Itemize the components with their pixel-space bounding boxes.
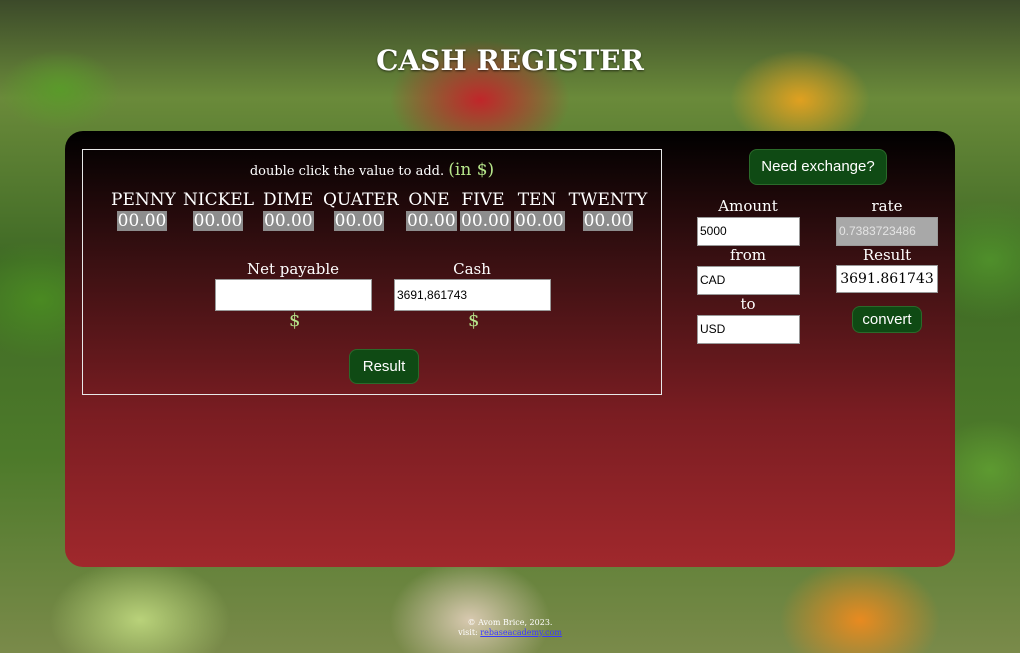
denomination-quater: QUATER 00.00 bbox=[323, 190, 399, 231]
convert-button[interactable]: convert bbox=[852, 306, 922, 333]
result-label: Result bbox=[862, 246, 912, 264]
denomination-value-ten[interactable]: 00.00 bbox=[514, 211, 565, 231]
cash-register-box: double click the value to add. (in $) PE… bbox=[82, 149, 662, 395]
denomination-value-one[interactable]: 00.00 bbox=[406, 211, 457, 231]
copyright-text: © Avom Brice, 2023. bbox=[467, 618, 553, 627]
cash-currency: $ bbox=[468, 310, 480, 331]
from-label: from bbox=[730, 246, 766, 264]
denomination-one: ONE 00.00 bbox=[406, 190, 457, 231]
page-title: CASH REGISTER bbox=[376, 44, 644, 77]
denomination-value-penny[interactable]: 00.00 bbox=[116, 211, 168, 231]
from-currency-input[interactable]: CAD bbox=[697, 266, 800, 295]
denomination-value-dime[interactable]: 00.00 bbox=[263, 211, 314, 231]
amount-input[interactable]: 5000 bbox=[697, 217, 800, 246]
instructions: double click the value to add. (in $) bbox=[83, 160, 661, 180]
footer: © Avom Brice, 2023. visit: rebaseacademy… bbox=[0, 618, 1020, 638]
denomination-label: TWENTY bbox=[568, 190, 648, 210]
denomination-twenty: TWENTY 00.00 bbox=[568, 190, 648, 231]
denomination-five: FIVE 00.00 bbox=[460, 190, 511, 231]
exchange-result-output: 3691.861743 bbox=[836, 265, 938, 293]
main-panel: double click the value to add. (in $) PE… bbox=[65, 131, 955, 567]
denomination-label: QUATER bbox=[323, 190, 399, 210]
unit-label: (in $) bbox=[448, 160, 495, 180]
need-exchange-button[interactable]: Need exchange? bbox=[749, 149, 887, 185]
denomination-dime: DIME 00.00 bbox=[263, 190, 314, 231]
cash-label: Cash bbox=[453, 260, 491, 278]
cash-input[interactable]: 3691,861743 bbox=[394, 279, 551, 311]
denomination-value-quater[interactable]: 00.00 bbox=[333, 211, 385, 231]
net-payable-label: Net payable bbox=[246, 260, 340, 278]
hint-text: double click the value to add. bbox=[249, 164, 445, 179]
denomination-value-twenty[interactable]: 00.00 bbox=[582, 211, 634, 231]
to-label: to bbox=[740, 295, 756, 313]
denomination-label: PENNY bbox=[111, 190, 176, 210]
amount-label: Amount bbox=[718, 197, 778, 215]
visit-line: visit: rebaseacademy.com bbox=[0, 628, 1020, 638]
denomination-label: DIME bbox=[263, 190, 314, 210]
rate-input: 0.7383723486 bbox=[836, 217, 938, 246]
denomination-value-nickel[interactable]: 00.00 bbox=[192, 211, 244, 231]
denomination-label: NICKEL bbox=[183, 190, 254, 210]
denomination-ten: TEN 00.00 bbox=[514, 190, 565, 231]
denomination-label: ONE bbox=[408, 190, 450, 210]
rate-label: rate bbox=[871, 197, 903, 215]
net-payable-input[interactable] bbox=[215, 279, 372, 311]
to-currency-input[interactable]: USD bbox=[697, 315, 800, 344]
denomination-value-five[interactable]: 00.00 bbox=[460, 211, 511, 231]
denomination-label: FIVE bbox=[461, 190, 505, 210]
denomination-nickel: NICKEL 00.00 bbox=[183, 190, 254, 231]
result-button[interactable]: Result bbox=[349, 349, 419, 384]
denomination-penny: PENNY 00.00 bbox=[111, 190, 176, 231]
visit-prefix: visit: bbox=[458, 628, 478, 637]
website-link[interactable]: rebaseacademy.com bbox=[480, 628, 562, 637]
denomination-label: TEN bbox=[517, 190, 557, 210]
net-payable-currency: $ bbox=[289, 310, 301, 331]
